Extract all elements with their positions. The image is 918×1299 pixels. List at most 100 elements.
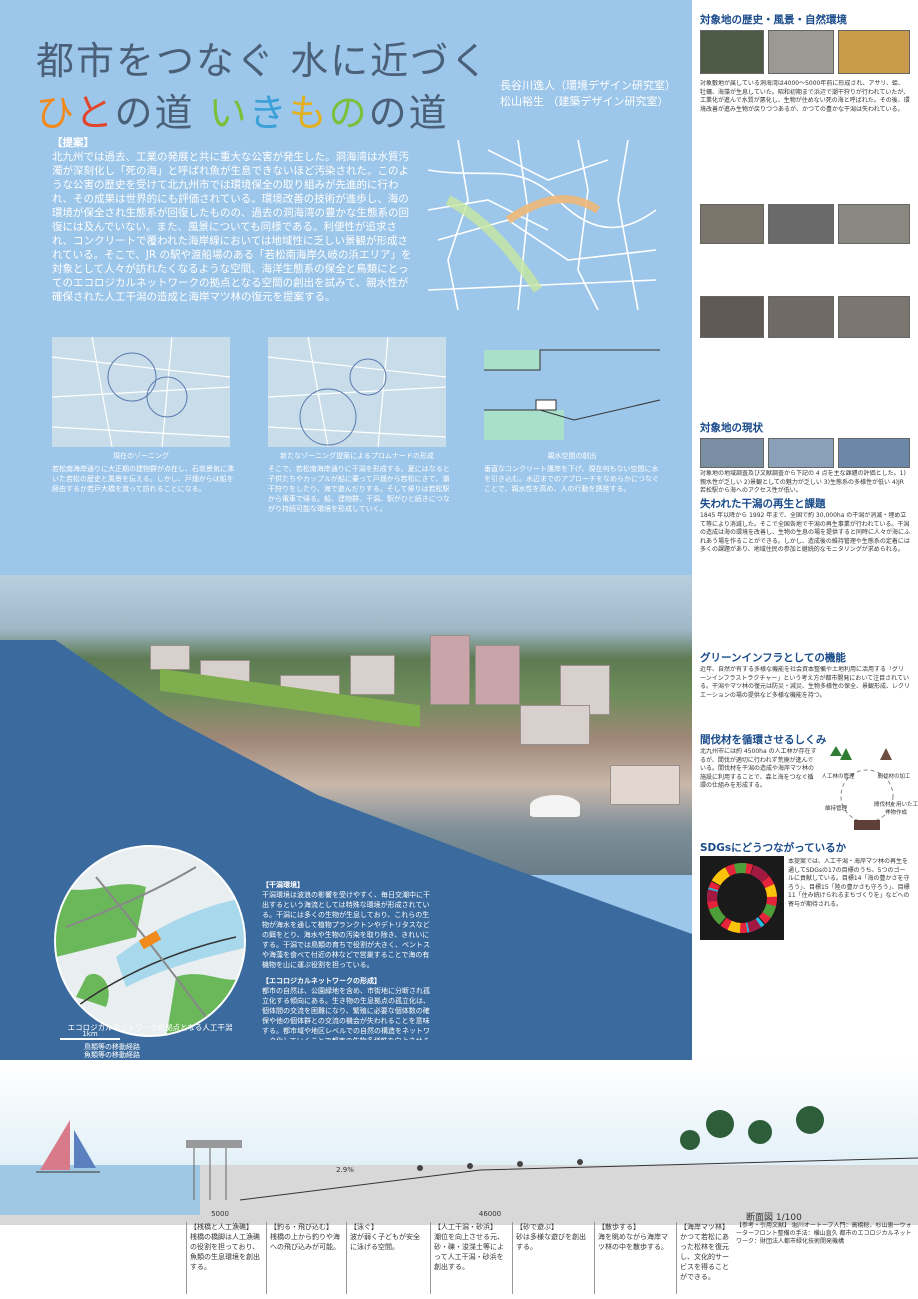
section-label: 【海岸マツ林】 かつて若松にあった松林を復元し、文化的サービスを得ることができる… — [676, 1222, 734, 1294]
water-section-icon — [484, 349, 661, 440]
history-photo — [838, 204, 910, 244]
history-photo — [838, 30, 910, 74]
building — [150, 645, 190, 670]
history-photo — [768, 30, 834, 74]
network-map-icon — [56, 866, 244, 1035]
section-label: 【砂で遊ぶ】 砂は多様な遊びを創出する。 — [512, 1222, 588, 1294]
building — [610, 765, 680, 805]
section-label-text: 海を眺めながら海岸マツ林の中を散歩する。 — [598, 1233, 668, 1251]
tidal-restore-text: 1845 年以降から 1992 年まで、全国で約 30,000ha の干潟が消滅… — [700, 512, 910, 553]
section-label-heading: 【釣る・飛び込む】 — [270, 1223, 333, 1231]
proposal-block: 【提案】 北九州では過去、工業の発展と共に重大な公害が発生した。洞海湾は水質汚濁… — [52, 136, 412, 332]
section-label-text: かつて若松にあった松林を復元し、文化的サービスを得ることができる。 — [680, 1233, 729, 1281]
references: 【参考・引用文献】 堀川オートーブ人門：高橋稔、杉山恵一ウォーターフロント整備の… — [736, 1222, 912, 1245]
section-label: 【桟橋と人工漁礁】 桟橋の橋脚は人工漁礁の役割を担っており、魚類の生息環境を創出… — [186, 1222, 262, 1294]
subtitle-char: も — [288, 91, 329, 135]
sdgs-wheel — [700, 856, 784, 940]
network-heading: 【エコロジカルネットワークの形成】 — [262, 977, 381, 985]
green-infra-heading: グリーンインフラとしての機能 — [700, 652, 846, 664]
page-subtitle: ひとの道 いきものの道 — [36, 82, 449, 137]
thinning-cycle: 人工林の管理 間伐材の加工 維持管理 間伐材を用いた工作物作成 — [820, 746, 918, 838]
history-heading: 対象地の歴史・風景・自然環境 — [700, 14, 847, 26]
zoning-title: 現在のゾーニング — [113, 452, 169, 460]
street-map-icon — [427, 139, 657, 311]
status-photo — [700, 438, 764, 468]
section-label-heading: 【砂で遊ぶ】 — [516, 1223, 558, 1231]
subtitle-char: い — [208, 91, 249, 135]
cycle-step: 維持管理 — [824, 806, 847, 812]
section-label-text: 砂は多様な遊びを創出する。 — [516, 1233, 586, 1251]
history-photo — [700, 296, 764, 338]
sdgs-wheel-icon — [707, 863, 777, 933]
section-label-text: 桟橋の橋脚は人工漁礁の役割を担っており、魚類の生息環境を創出する。 — [190, 1233, 260, 1271]
author-1: 長谷川逸人（環境デザイン研究室） — [500, 79, 676, 92]
tidal-text-block: 【干潟環境】 干潟環境は波浪の影響を受けやすく、毎日交潮中に干出するという海流と… — [262, 880, 434, 1040]
subtitle-char: き — [248, 91, 289, 135]
zoning-map-icon — [52, 337, 230, 447]
section-label: 【人工干潟・砂浜】 潮位を向上させる元、砂・礫・浚渫土等によって人工干潟・砂浜を… — [430, 1222, 506, 1294]
section-label: 【釣る・飛び込む】 桟橋の上から釣りや海への飛び込みが可能。 — [266, 1222, 342, 1294]
history-photo — [768, 296, 834, 338]
sdgs-heading: SDGsにどうつながっているか — [700, 842, 847, 854]
proposal-body: 北九州では過去、工業の発展と共に重大な公害が発生した。洞海湾は水質汚濁が深刻化し… — [52, 151, 412, 303]
green-infra-text: 近年、自然が有する多様な機能を社会資本整備や土地利用に活用する「グリーンインフラ… — [700, 666, 910, 699]
section-label: 【散歩する】 海を眺めながら海岸マツ林の中を散歩する。 — [594, 1222, 670, 1294]
section-label-text: 潮位を向上させる元、砂・礫・浚渫土等によって人工干潟・砂浜を創出する。 — [434, 1233, 504, 1271]
sdgs-text: 本提案では、人工干潟・海岸マツ林の再生を通してSDGsの17の目標のうち、5つの… — [788, 858, 910, 908]
history-photo — [700, 30, 764, 74]
zoning-map — [52, 337, 230, 447]
water-diagram — [484, 340, 661, 450]
section-drawing-icon — [36, 1106, 918, 1201]
building — [430, 635, 470, 705]
building — [475, 645, 520, 705]
building — [350, 655, 395, 695]
street-map — [427, 139, 657, 311]
section-label-heading: 【散歩する】 — [598, 1223, 640, 1231]
section-label-heading: 【桟橋と人工漁礁】 — [190, 1223, 253, 1231]
subtitle-text: の道 — [114, 91, 209, 135]
water-title: 親水空間の創出 — [547, 452, 597, 460]
history-photo — [768, 204, 834, 244]
tidal-heading: 【干潟環境】 — [262, 881, 304, 889]
history-photo — [838, 296, 910, 338]
section-label: 【泳ぐ】 波が弱く子どもが安全に泳げる空間。 — [346, 1222, 422, 1294]
authors: 長谷川逸人（環境デザイン研究室） 松山裕生 （建築デザイン研究室） — [500, 78, 676, 110]
thinning-heading: 間伐材を循環させるしくみ — [700, 734, 827, 746]
slope-label: 2.9% — [336, 1166, 354, 1174]
network-text: 都市の自然は、公園緑地を含め、市街地に分断され孤立化する傾向にある。生き物の生息… — [262, 987, 430, 1040]
history-text: 対象敷地が属している洞海湾は4000〜5000年前に形成され、アサリ、蛤、牡蠣、… — [700, 80, 910, 113]
water-text: 垂直なコンクリート護岸を下げ、現在何もない空間に水を引き込む。水辺までのアプロー… — [484, 465, 659, 493]
zoning-text: 若松南海岸通りに大正期の建物群が点在し、石炭景気に沸いた若松の歴史と風景を伝える… — [52, 465, 234, 493]
tree-cycle-icon — [830, 746, 894, 830]
subtitle-char: ひ — [36, 91, 75, 135]
subtitle-char: の — [328, 91, 369, 135]
author-2: 松山裕生 （建築デザイン研究室） — [500, 95, 669, 108]
scale-label: 1km — [82, 1030, 98, 1038]
right-panel: 対象地の歴史・風景・自然環境 対象敷地が属している洞海湾は4000〜5000年前… — [692, 0, 918, 1060]
legend-fish: 魚類等の移動経路 — [84, 1051, 140, 1059]
section-label-text: 波が弱く子どもが安全に泳げる空間。 — [350, 1233, 420, 1251]
section-label-heading: 【海岸マツ林】 — [680, 1223, 729, 1231]
tidal-text: 干潟環境は波浪の影響を受けやすく、毎日交潮中に干出するという海流としては特殊な環… — [262, 891, 430, 969]
promenade-map-icon — [268, 337, 446, 447]
section-label-text: 桟橋の上から釣りや海への飛び込みが可能。 — [270, 1233, 340, 1251]
subtitle-char: と — [74, 91, 115, 135]
thinning-text: 北九州市には約 4500ha の人工林が存在するが、間伐が適切に行われず荒廃が進… — [700, 748, 817, 789]
section-label-heading: 【泳ぐ】 — [350, 1223, 378, 1231]
subtitle-text: の道 — [368, 91, 449, 135]
left-panel: 都市をつなぐ 水に近づく ひとの道 いきものの道 長谷川逸人（環境デザイン研究室… — [0, 0, 692, 1060]
poster: 都市をつなぐ 水に近づく ひとの道 いきものの道 長谷川逸人（環境デザイン研究室… — [0, 0, 918, 1299]
cycle-step: 間伐材を用いた工作物作成 — [874, 802, 918, 816]
status-photo — [768, 438, 834, 468]
history-photo — [700, 204, 764, 244]
white-canopy — [530, 795, 580, 817]
cycle-step: 間伐材の加工 — [877, 774, 911, 780]
tidal-restore-heading: 失われた干潟の再生と課題 — [700, 498, 826, 510]
status-heading: 対象地の現状 — [700, 422, 763, 434]
status-text: 対象地の地域調査及び文献調査から下記の 4 点を主な課題の評価とした。1)親水性… — [700, 470, 906, 494]
building — [520, 705, 590, 745]
section-label-heading: 【人工干潟・砂浜】 — [434, 1223, 497, 1231]
scale-bar — [60, 1038, 120, 1040]
cycle-step: 人工林の管理 — [821, 774, 855, 780]
ecological-network-map — [54, 845, 246, 1037]
